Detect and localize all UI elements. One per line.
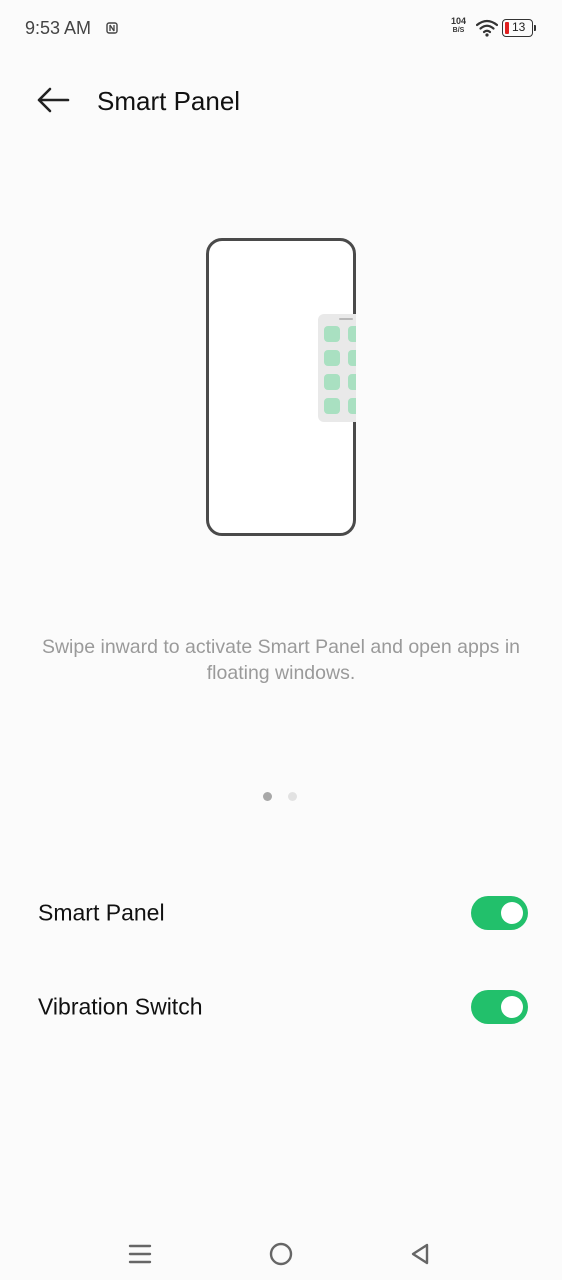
vibration-switch-toggle[interactable]: [471, 990, 528, 1024]
battery-icon: 13: [502, 19, 536, 37]
setting-row-vibration-switch[interactable]: Vibration Switch: [0, 972, 562, 1042]
panel-app-icon: [348, 398, 356, 414]
smart-panel-toggle[interactable]: [471, 896, 528, 930]
navigation-bar: [0, 1220, 562, 1280]
panel-app-icon: [324, 398, 340, 414]
recent-apps-button[interactable]: [120, 1234, 160, 1274]
home-button[interactable]: [261, 1234, 301, 1274]
panel-app-icon: [348, 350, 356, 366]
panel-app-icon: [324, 350, 340, 366]
panel-app-icon: [324, 326, 340, 342]
menu-icon: [128, 1244, 152, 1264]
nfc-icon: [106, 22, 118, 34]
network-speed-value: 104: [451, 16, 467, 26]
setting-label-vibration-switch: Vibration Switch: [38, 993, 203, 1020]
system-back-button[interactable]: [400, 1234, 440, 1274]
panel-app-icon: [324, 374, 340, 390]
back-triangle-icon: [411, 1243, 429, 1265]
wifi-icon: [476, 19, 498, 37]
battery-nub: [533, 25, 536, 31]
screen: 9:53 AM 104 B/S 13 Smart Panel Swipe inw…: [0, 0, 562, 1280]
panel-app-icon: [348, 374, 356, 390]
smart-panel-illustration: [206, 238, 356, 536]
page-title: Smart Panel: [97, 86, 241, 116]
arrow-left-icon: [37, 87, 70, 113]
page-dot-active: [263, 792, 272, 801]
status-time: 9:53 AM: [25, 18, 92, 38]
setting-row-smart-panel[interactable]: Smart Panel: [0, 878, 562, 948]
back-button[interactable]: [30, 80, 76, 120]
floating-panel-graphic: [318, 314, 356, 422]
page-indicator: [263, 792, 297, 801]
panel-handle: [339, 318, 353, 320]
network-speed: 104 B/S: [451, 16, 466, 36]
panel-app-icon: [348, 326, 356, 342]
status-bar: 9:53 AM 104 B/S 13: [0, 0, 562, 58]
battery-level: 13: [512, 20, 526, 34]
page-dot-inactive: [288, 792, 297, 801]
battery-fill: [505, 22, 509, 34]
setting-label-smart-panel: Smart Panel: [38, 899, 165, 926]
network-speed-unit: B/S: [452, 27, 465, 34]
feature-description: Swipe inward to activate Smart Panel and…: [41, 636, 521, 684]
toggle-knob: [501, 902, 523, 924]
home-icon: [269, 1242, 293, 1266]
toggle-knob: [501, 996, 523, 1018]
